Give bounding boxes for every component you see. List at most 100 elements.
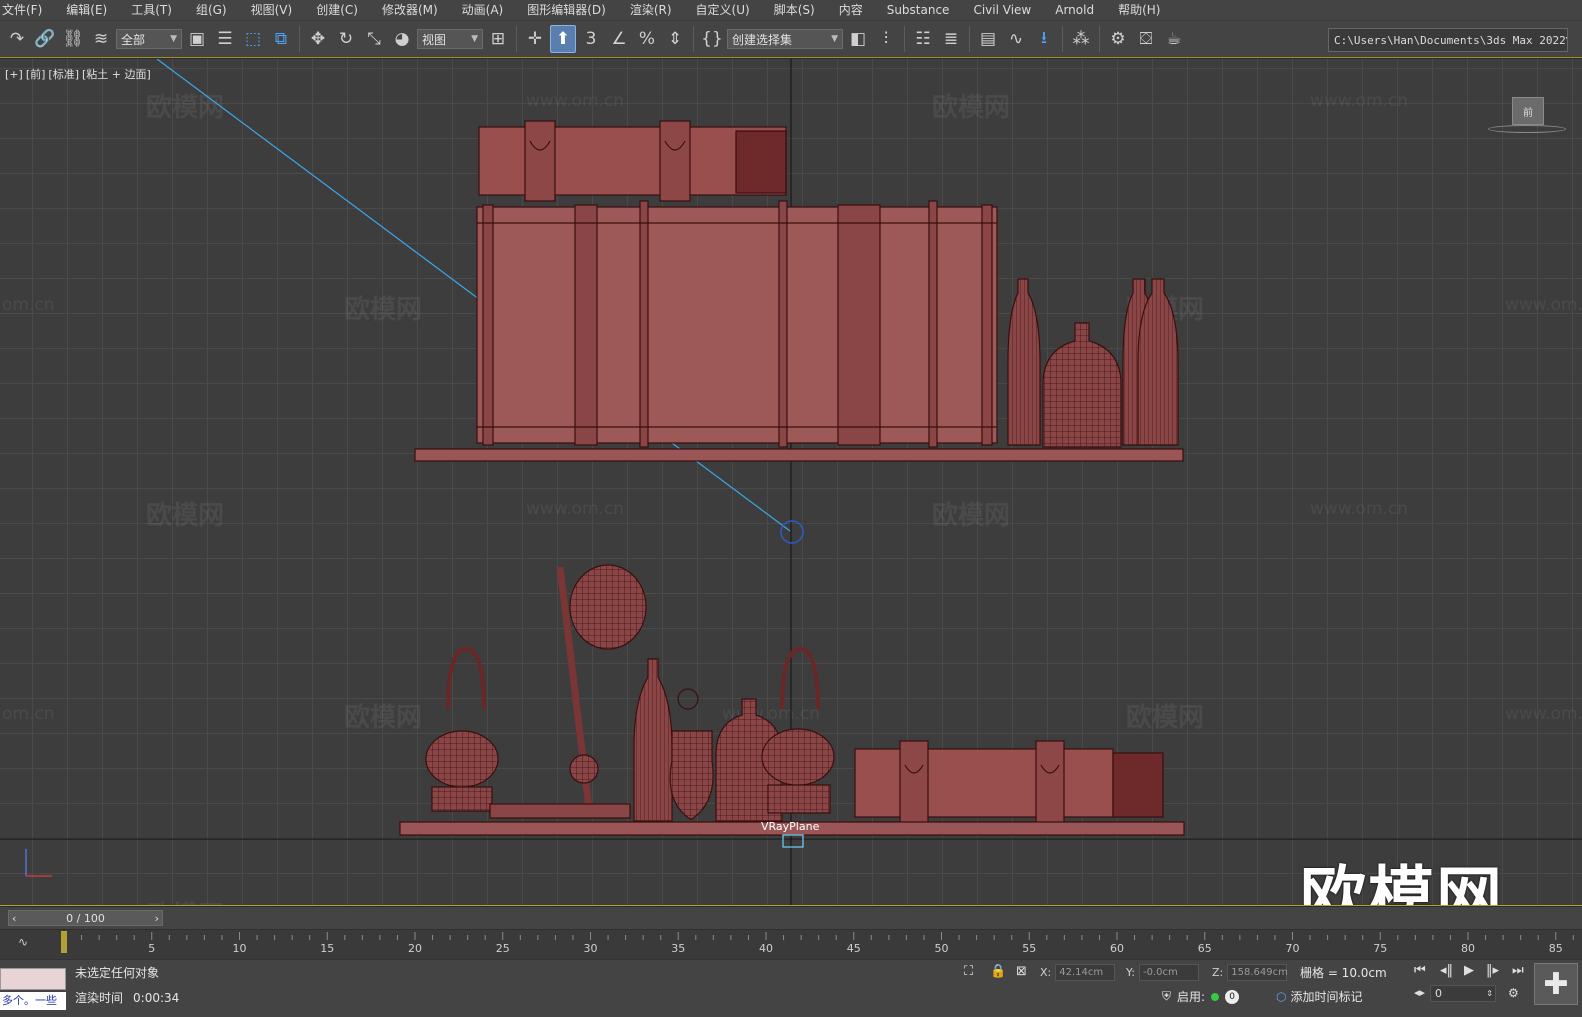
menu-item-6[interactable]: 修改器(M) [370, 0, 450, 20]
viewcube-ring[interactable] [1488, 125, 1566, 133]
status-dot [1211, 992, 1220, 1001]
track-bar[interactable]: ∿ 5 10 15 20 25 30 35 40 45 50 55 60 65 70 75 80 85 [0, 929, 1582, 959]
x-coordinate-field[interactable]: 42.14cm [1055, 964, 1116, 981]
render-production-icon[interactable]: ☕ [1161, 25, 1187, 53]
menu-item-15[interactable]: Arnold [1043, 0, 1106, 20]
menu-item-16[interactable]: 帮助(H) [1106, 0, 1172, 20]
named-selection-set-dropdown[interactable]: 创建选择集 ▼ [727, 29, 843, 49]
y-coordinate-field[interactable]: -0.0cm [1138, 964, 1199, 981]
menu-item-3[interactable]: 组(G) [184, 0, 239, 20]
reference-coordinate-dropdown[interactable]: 视图 ▼ [417, 29, 483, 49]
timeline-tick-label: 5 [148, 942, 155, 955]
key-mode-icon[interactable]: ◂▸ [1414, 986, 1425, 999]
rectangular-selection-icon[interactable]: ⬚ [240, 25, 266, 53]
move-icon[interactable]: ✥ [305, 25, 331, 53]
enable-badge[interactable]: 0 [1225, 989, 1240, 1004]
rendered-frame-window-icon[interactable]: ⛋ [1133, 25, 1159, 53]
select-by-name-icon[interactable]: ☰ [212, 25, 238, 53]
menu-item-13[interactable]: Substance [875, 0, 962, 20]
timeline-tick-label: 80 [1461, 942, 1475, 955]
x-coordinate: X: 42.14cm [1040, 964, 1116, 981]
menu-item-12[interactable]: 内容 [827, 0, 875, 20]
large-chest [476, 206, 998, 444]
project-path-field[interactable]: C:\Users\Han\Documents\3ds Max 2022▼ [1328, 28, 1568, 52]
viewcube[interactable]: 前 [1512, 97, 1544, 125]
go-to-start-icon[interactable]: ⏮ [1414, 963, 1426, 978]
edit-named-selection-icon[interactable]: {} [699, 25, 725, 53]
bind-space-warp-icon[interactable]: ≋ [88, 25, 114, 53]
menu-item-2[interactable]: 工具(T) [119, 0, 184, 20]
scene-explorer-icon[interactable]: ☷ [910, 25, 936, 53]
spinner-snap-icon[interactable]: ⇕ [662, 25, 688, 53]
z-coordinate-field[interactable]: 158.649cm [1227, 964, 1288, 981]
snaps-toggle-icon[interactable]: 3 [578, 25, 604, 53]
align-icon[interactable]: ⫶ [873, 25, 899, 53]
keyboard-shortcut-override-icon[interactable]: ⬆ [550, 25, 576, 53]
menu-item-11[interactable]: 脚本(S) [762, 0, 827, 20]
selection-filter-dropdown[interactable]: 全部 ▼ [116, 29, 182, 49]
time-configuration-icon[interactable]: ⚙ [1508, 986, 1519, 1000]
time-slider[interactable]: ‹ 0 / 100 › [8, 910, 163, 926]
go-to-end-icon[interactable]: ⏭ [1512, 963, 1524, 978]
menu-item-1[interactable]: 编辑(E) [54, 0, 119, 20]
absolute-mode-icon[interactable]: ⊠ [1016, 964, 1027, 979]
spinner-icon[interactable]: ⇕ [1486, 989, 1493, 998]
chest-slat [482, 204, 494, 446]
menu-item-14[interactable]: Civil View [961, 0, 1043, 20]
curve-editor-icon[interactable]: ∿ [1003, 25, 1029, 53]
previous-frame-icon[interactable]: ◂‖ [1440, 963, 1453, 978]
next-frame-icon[interactable]: › [155, 912, 159, 925]
timeline-tick-label: 15 [320, 942, 334, 955]
chest-slat [778, 200, 788, 448]
z-coordinate: Z: 158.649cm [1212, 964, 1288, 981]
rotate-icon[interactable]: ↻ [333, 25, 359, 53]
front-viewport[interactable]: [+] [前] [标准] [粘土 + 边面] 欧模网 www.om.cn 欧模网 ww… [0, 59, 1582, 906]
layer-explorer-icon[interactable]: ≣ [938, 25, 964, 53]
material-editor-icon[interactable]: ⁂ [1068, 25, 1094, 53]
select-manipulate-icon[interactable]: ✛ [522, 25, 548, 53]
menu-item-8[interactable]: 图形编辑器(D) [515, 0, 618, 20]
percent-snap-icon[interactable]: % [634, 25, 660, 53]
viewcube-face-label: 前 [1523, 107, 1533, 119]
menu-item-10[interactable]: 自定义(U) [684, 0, 762, 20]
brand-logo: 欧模网 [1300, 859, 1504, 906]
chevron-down-icon: ▼ [170, 34, 177, 44]
selection-lock-icon[interactable]: 🔒 [990, 964, 1006, 979]
create-panel-plus-icon[interactable]: ✚ [1534, 963, 1578, 1005]
play-icon[interactable]: ▶ [1464, 963, 1474, 978]
select-object-icon[interactable]: ▣ [184, 25, 210, 53]
shield-icon[interactable]: ⛨ [1162, 989, 1171, 1004]
window-crossing-icon[interactable]: ⧉ [268, 25, 294, 53]
add-time-tag[interactable]: ⬡ 添加时间标记 [1276, 988, 1363, 1005]
lamp-base [489, 803, 631, 819]
menu-item-5[interactable]: 创建(C) [304, 0, 370, 20]
render-setup-icon[interactable]: ⚙ [1105, 25, 1131, 53]
vray-plane-label: VRayPlane [761, 820, 820, 833]
z-coordinate-label: Z: [1212, 966, 1224, 979]
place-icon[interactable]: ◕ [389, 25, 415, 53]
add-time-tag-label: 添加时间标记 [1290, 990, 1363, 1004]
ribbon-toggle-icon[interactable]: ▤ [975, 25, 1001, 53]
case-strap [659, 120, 691, 202]
menu-item-9[interactable]: 渲染(R) [618, 0, 684, 20]
menu-item-0[interactable]: 文件(F) [0, 0, 54, 20]
x-coordinate-label: X: [1040, 966, 1052, 979]
next-frame-icon[interactable]: ‖▸ [1486, 963, 1499, 978]
isolate-selection-icon[interactable]: ⛶ [964, 964, 973, 979]
current-frame-field[interactable]: 0 ⇕ [1430, 985, 1496, 1002]
project-path-value: C:\Users\Han\Documents\3ds Max 2022 [1334, 33, 1566, 47]
menu-item-4[interactable]: 视图(V) [239, 0, 305, 20]
pivot-point-icon[interactable]: ⊞ [485, 25, 511, 53]
scale-icon[interactable]: ⤡ [361, 25, 387, 53]
angle-snap-icon[interactable]: ∠ [606, 25, 632, 53]
link-icon[interactable]: 🔗 [32, 25, 58, 53]
y-coordinate: Y: -0.0cm [1126, 964, 1199, 981]
toolbar-divider [969, 26, 970, 52]
schematic-view-icon[interactable]: ⭳ [1031, 25, 1057, 53]
mirror-icon[interactable]: ◧ [845, 25, 871, 53]
maxscript-mini-listener[interactable]: 多个。一些 [0, 992, 66, 1010]
unlink-icon[interactable]: ⛓ [60, 25, 86, 53]
redo-icon[interactable]: ↷ [4, 25, 30, 53]
maxscript-listener-thumb[interactable] [0, 968, 66, 990]
menu-item-7[interactable]: 动画(A) [450, 0, 516, 20]
